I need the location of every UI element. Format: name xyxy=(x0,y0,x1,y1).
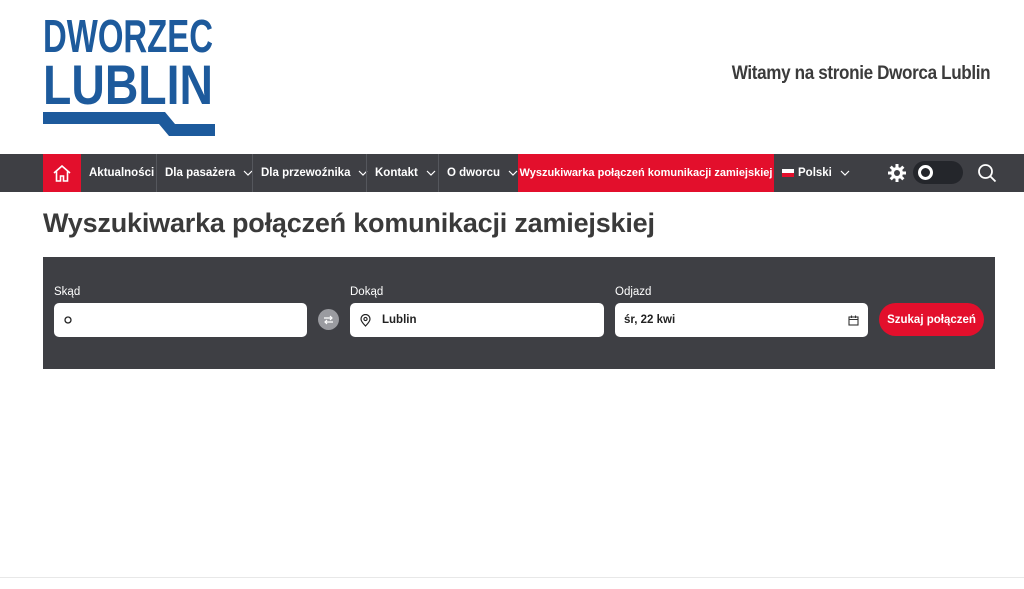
page-title: Wyszukiwarka połączeń komunikacji zamiej… xyxy=(43,208,655,238)
date-value: śr, 22 kwi xyxy=(624,314,676,326)
nav-item-dla-pasazera[interactable]: Dla pasażera xyxy=(156,154,261,192)
nav-item-dla-przewoznika[interactable]: Dla przewoźnika xyxy=(252,154,376,192)
main-nav: Aktualności Dla pasażera Dla przewoźnika… xyxy=(0,154,1024,192)
site-header: DWORZEC LUBLIN Witamy na stronie Dworca … xyxy=(0,0,1024,154)
search-connections-button[interactable]: Szukaj połączeń xyxy=(879,303,984,336)
poland-flag-icon xyxy=(782,169,794,177)
toggle-knob xyxy=(918,165,933,180)
nav-item-kontakt[interactable]: Kontakt xyxy=(366,154,444,192)
from-label: Skąd xyxy=(54,286,81,298)
welcome-text: Witamy na stronie Dworca Lublin xyxy=(731,63,990,84)
home-button[interactable] xyxy=(43,154,81,192)
date-label: Odjazd xyxy=(615,286,652,298)
nav-item-o-dworcu[interactable]: O dworcu xyxy=(438,154,526,192)
nav-item-wyszukiwarka[interactable]: Wyszukiwarka połączeń komunikacji zamiej… xyxy=(518,154,774,192)
date-field[interactable]: śr, 22 kwi xyxy=(615,303,868,337)
from-input[interactable] xyxy=(80,313,307,327)
to-input[interactable] xyxy=(380,313,604,327)
chevron-down-icon xyxy=(508,170,518,176)
origin-circle-icon xyxy=(64,316,72,324)
home-icon xyxy=(53,164,71,182)
location-pin-icon xyxy=(360,313,371,327)
swap-arrows-icon xyxy=(324,315,333,324)
swap-direction-button[interactable] xyxy=(318,309,339,330)
dworzec-lublin-logo[interactable]: DWORZEC LUBLIN xyxy=(43,12,215,136)
chevron-down-icon xyxy=(840,170,850,176)
nav-item-aktualnosci[interactable]: Aktualności xyxy=(81,154,162,192)
settings-gear-icon[interactable] xyxy=(887,163,907,183)
language-selector[interactable]: Polski xyxy=(774,154,858,192)
logo-line2: LUBLIN xyxy=(43,53,213,116)
from-field[interactable] xyxy=(54,303,307,337)
to-label: Dokąd xyxy=(350,286,384,298)
calendar-icon[interactable] xyxy=(848,315,859,326)
dark-mode-toggle[interactable] xyxy=(913,161,963,184)
to-field[interactable] xyxy=(350,303,604,337)
chevron-down-icon xyxy=(426,170,436,176)
search-icon[interactable] xyxy=(977,163,997,183)
footer-divider xyxy=(0,577,1024,578)
